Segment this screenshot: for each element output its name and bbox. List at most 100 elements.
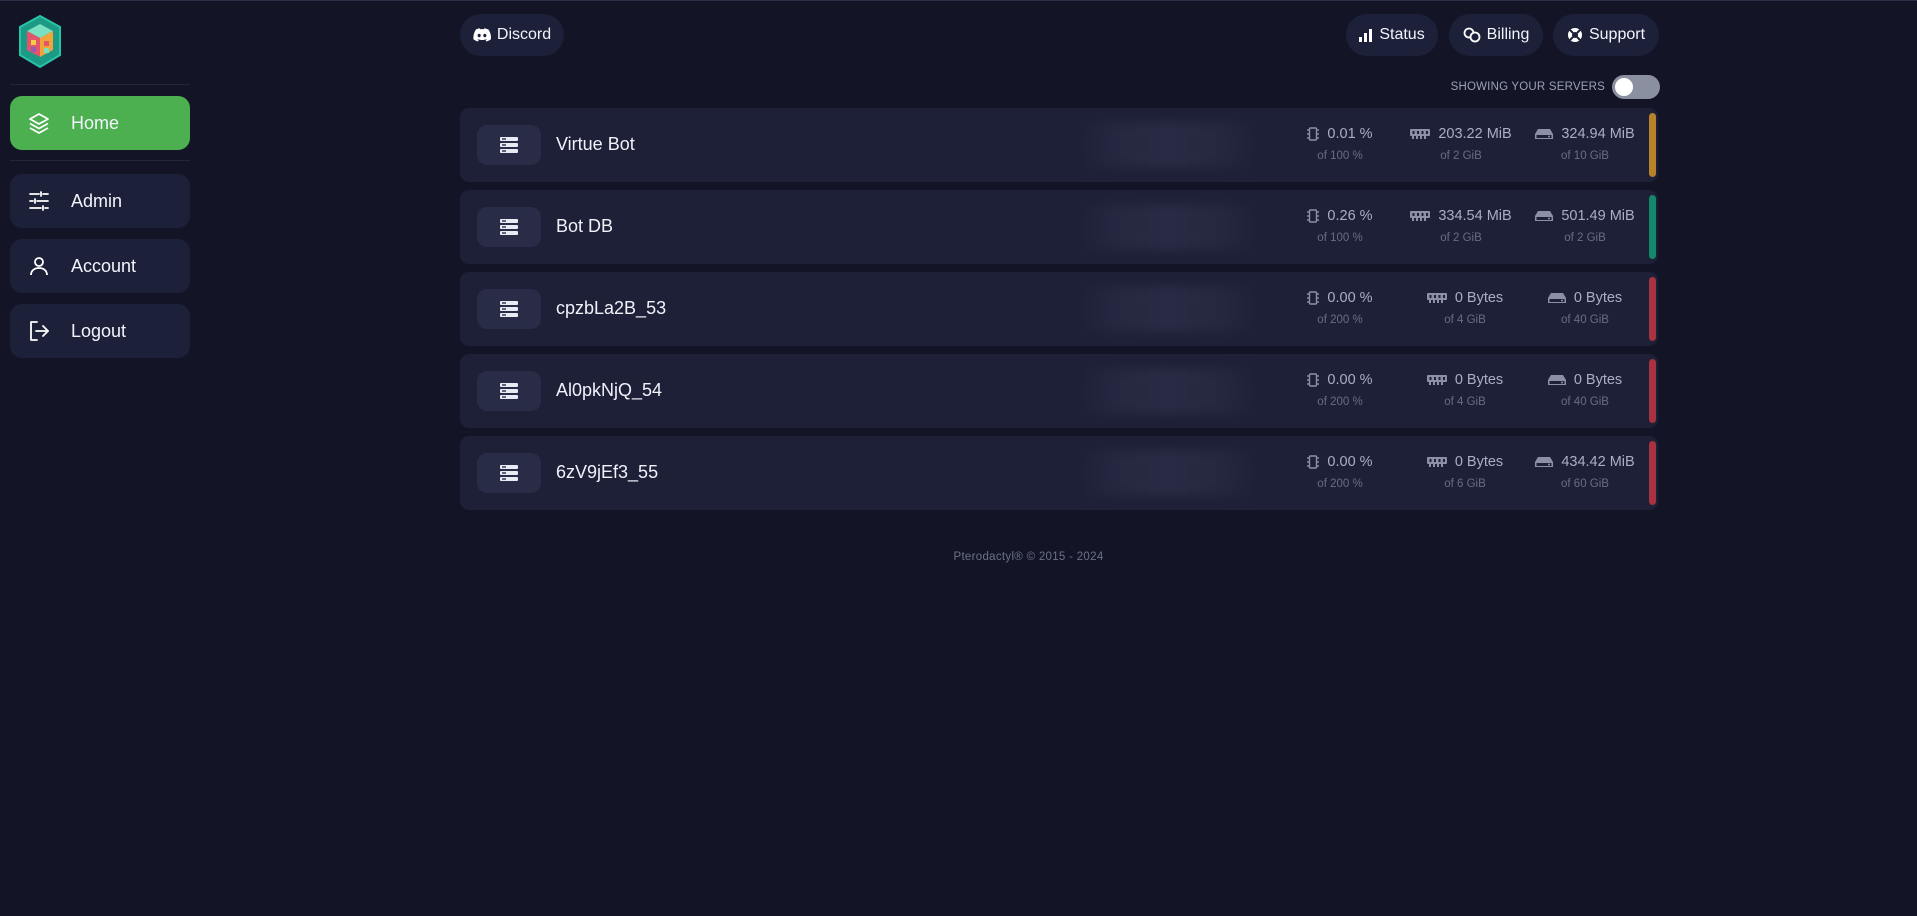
memory-limit: of 2 GiB — [1440, 232, 1482, 244]
server-row[interactable]: Al0pkNjQ_54 0.00 % of 200 % 0 Bytes of 4 GiB… — [460, 354, 1658, 428]
memory-icon — [1410, 210, 1431, 222]
sidebar-item-label: Account — [71, 255, 137, 276]
cpu-icon — [1307, 372, 1320, 388]
server-icon — [477, 453, 541, 493]
coins-icon — [1463, 27, 1481, 43]
memory-limit: of 2 GiB — [1440, 150, 1482, 162]
server-icon — [477, 125, 541, 165]
status-indicator-bar — [1649, 277, 1656, 341]
cpu-stat: 0.00 % of 200 % — [1280, 286, 1400, 326]
sidebar-item-account[interactable]: Account — [10, 239, 190, 293]
server-icon — [477, 371, 541, 411]
cpu-limit: of 200 % — [1317, 396, 1363, 408]
user-icon — [27, 254, 51, 278]
disk-limit: of 60 GiB — [1561, 478, 1609, 490]
sidebar-item-logout[interactable]: Logout — [10, 304, 190, 358]
server-icon — [477, 289, 541, 329]
server-name: Virtue Bot — [556, 134, 635, 154]
redacted-address — [1078, 122, 1258, 168]
sidebar-divider — [10, 84, 190, 85]
billing-label: Billing — [1486, 26, 1530, 43]
cpu-limit: of 200 % — [1317, 478, 1363, 490]
show-all-servers-toggle[interactable] — [1612, 75, 1660, 99]
status-indicator-bar — [1649, 441, 1656, 505]
memory-stat: 0 Bytes of 4 GiB — [1410, 286, 1520, 326]
server-row[interactable]: Virtue Bot 0.01 % of 100 % 203.22 MiB of 2 G… — [460, 108, 1658, 182]
server-icon — [477, 207, 541, 247]
disk-stat: 0 Bytes of 40 GiB — [1525, 286, 1645, 326]
discord-button[interactable]: Discord — [460, 14, 564, 56]
disk-limit: of 40 GiB — [1561, 396, 1609, 408]
server-row[interactable]: cpzbLa2B_53 0.00 % of 200 % 0 Bytes of 4 GiB… — [460, 272, 1658, 346]
disk-icon — [1547, 374, 1566, 386]
server-name: 6zV9jEf3_55 — [556, 462, 659, 482]
memory-limit: of 4 GiB — [1444, 396, 1486, 408]
logout-icon — [27, 319, 51, 343]
cpu-limit: of 200 % — [1317, 314, 1363, 326]
memory-limit: of 6 GiB — [1444, 478, 1486, 490]
app-logo-icon[interactable] — [16, 14, 64, 70]
disk-limit: of 10 GiB — [1561, 150, 1609, 162]
memory-icon — [1426, 374, 1447, 386]
support-button[interactable]: Support — [1553, 14, 1659, 56]
cpu-icon — [1307, 126, 1320, 142]
server-row[interactable]: 6zV9jEf3_55 0.00 % of 200 % 0 Bytes of 6 GiB… — [460, 436, 1658, 510]
disk-usage: 0 Bytes — [1573, 372, 1623, 388]
redacted-address — [1078, 368, 1258, 414]
disk-limit: of 2 GiB — [1564, 232, 1606, 244]
sliders-icon — [27, 189, 51, 213]
sidebar-item-label: Logout — [71, 320, 127, 341]
cpu-limit: of 100 % — [1317, 232, 1363, 244]
lifebuoy-icon — [1567, 27, 1583, 43]
memory-usage: 0 Bytes — [1454, 372, 1504, 388]
memory-stat: 334.54 MiB of 2 GiB — [1396, 204, 1526, 244]
sidebar-item-admin[interactable]: Admin — [10, 174, 190, 228]
cpu-stat: 0.26 % of 100 % — [1280, 204, 1400, 244]
cpu-usage: 0.01 % — [1327, 126, 1373, 142]
cpu-stat: 0.01 % of 100 % — [1280, 122, 1400, 162]
sidebar-item-label: Home — [71, 112, 120, 133]
memory-stat: 0 Bytes of 4 GiB — [1410, 368, 1520, 408]
cpu-usage: 0.00 % — [1327, 454, 1373, 470]
memory-usage: 0 Bytes — [1454, 454, 1504, 470]
cpu-usage: 0.00 % — [1327, 372, 1373, 388]
cpu-icon — [1307, 290, 1320, 306]
cpu-stat: 0.00 % of 200 % — [1280, 368, 1400, 408]
cpu-icon — [1307, 454, 1320, 470]
redacted-address — [1078, 286, 1258, 332]
status-label: Status — [1379, 26, 1425, 43]
server-filter-label: SHOWING YOUR SERVERS — [1450, 81, 1605, 93]
disk-icon — [1535, 210, 1554, 222]
disk-stat: 324.94 MiB of 10 GiB — [1525, 122, 1645, 162]
disk-usage: 0 Bytes — [1573, 290, 1623, 306]
status-indicator-bar — [1649, 195, 1656, 259]
status-button[interactable]: Status — [1346, 14, 1438, 56]
server-row[interactable]: Bot DB 0.26 % of 100 % 334.54 MiB of 2 GiB 50… — [460, 190, 1658, 264]
disk-stat: 0 Bytes of 40 GiB — [1525, 368, 1645, 408]
status-indicator-bar — [1649, 113, 1656, 177]
sidebar: Home Admin Account Logout — [0, 0, 200, 916]
server-name: Bot DB — [556, 216, 614, 236]
billing-button[interactable]: Billing — [1449, 14, 1543, 56]
redacted-address — [1078, 204, 1258, 250]
memory-usage: 0 Bytes — [1454, 290, 1504, 306]
redacted-address — [1078, 450, 1258, 496]
layers-icon — [27, 111, 51, 135]
memory-icon — [1410, 128, 1431, 140]
discord-label: Discord — [496, 26, 552, 43]
memory-stat: 203.22 MiB of 2 GiB — [1396, 122, 1526, 162]
disk-stat: 501.49 MiB of 2 GiB — [1525, 204, 1645, 244]
disk-limit: of 40 GiB — [1561, 314, 1609, 326]
cpu-usage: 0.26 % — [1327, 208, 1373, 224]
disk-icon — [1535, 128, 1554, 140]
disk-icon — [1535, 456, 1554, 468]
memory-usage: 203.22 MiB — [1438, 126, 1512, 142]
support-label: Support — [1588, 26, 1646, 43]
memory-limit: of 4 GiB — [1444, 314, 1486, 326]
server-name: Al0pkNjQ_54 — [556, 380, 663, 400]
signal-bars-icon — [1359, 28, 1373, 42]
memory-usage: 334.54 MiB — [1438, 208, 1512, 224]
sidebar-item-home[interactable]: Home — [10, 96, 190, 150]
disk-usage: 324.94 MiB — [1561, 126, 1635, 142]
disk-stat: 434.42 MiB of 60 GiB — [1525, 450, 1645, 490]
